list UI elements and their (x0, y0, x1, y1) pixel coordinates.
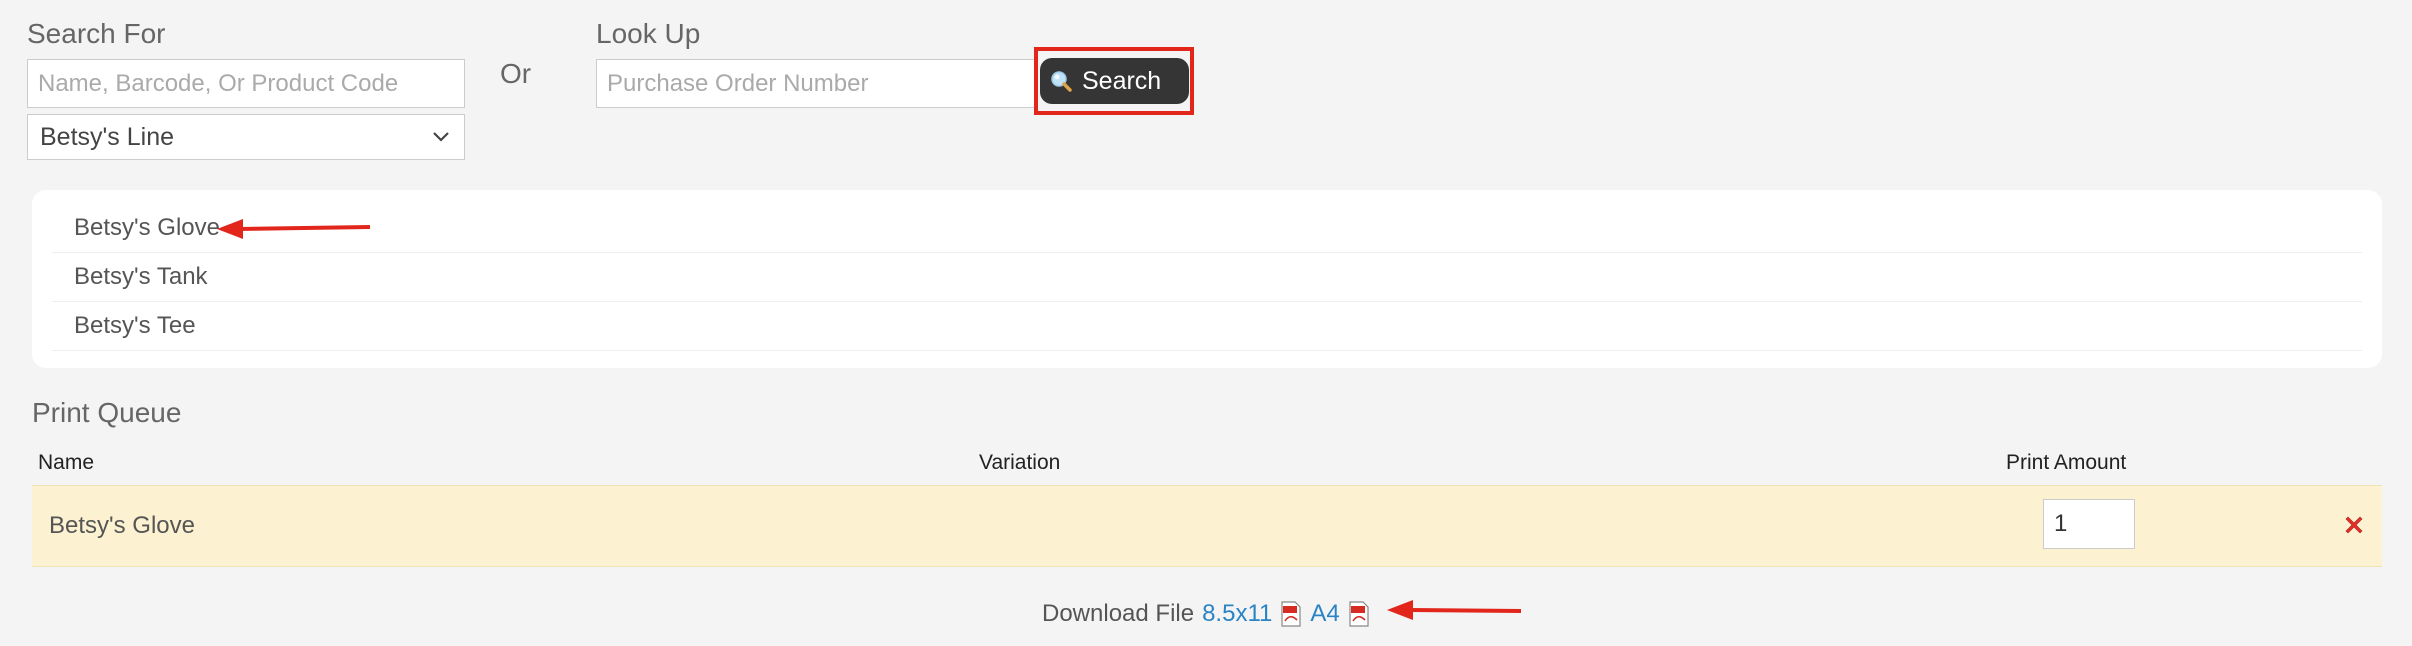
or-label: Or (500, 58, 532, 89)
search-results-list: Betsy's Glove Betsy's Tank Betsy's Tee (32, 190, 2382, 368)
column-header-name: Name (38, 451, 95, 474)
list-item[interactable]: Betsy's Glove (52, 204, 2362, 253)
search-for-label: Search For (27, 18, 166, 49)
download-file-row: Download File 8.5x11 A4 (1042, 600, 1370, 628)
list-item[interactable]: Betsy's Tank (52, 253, 2362, 302)
product-search-input[interactable] (27, 59, 465, 108)
queue-item-name: Betsy's Glove (49, 512, 195, 539)
annotation-arrow (217, 219, 371, 239)
download-letter-link[interactable]: 8.5x11 (1202, 600, 1272, 628)
remove-icon[interactable] (2342, 513, 2366, 537)
result-label: Betsy's Glove (74, 214, 220, 241)
annotation-arrow (1387, 600, 1522, 620)
line-select-value: Betsy's Line (40, 122, 175, 151)
list-item[interactable]: Betsy's Tee (52, 302, 2362, 351)
lookup-label: Look Up (596, 18, 701, 49)
purchase-order-input[interactable] (596, 59, 1036, 108)
column-header-print-amount: Print Amount (2006, 451, 2127, 474)
line-select[interactable]: Betsy's Line (27, 114, 465, 160)
result-label: Betsy's Tank (74, 263, 208, 290)
print-queue-title: Print Queue (32, 397, 182, 428)
column-header-variation: Variation (979, 451, 1061, 474)
search-button[interactable]: Search (1040, 58, 1189, 104)
download-label: Download File (1042, 600, 1195, 627)
pdf-icon[interactable] (1348, 601, 1370, 627)
pdf-icon[interactable] (1280, 601, 1302, 627)
download-a4-link[interactable]: A4 (1310, 600, 1339, 628)
chevron-down-icon (433, 132, 449, 142)
table-row: Betsy's Glove (32, 485, 2382, 567)
search-icon (1051, 71, 1072, 92)
search-button-label: Search (1082, 66, 1162, 95)
result-label: Betsy's Tee (74, 312, 196, 339)
print-amount-input[interactable] (2043, 499, 2135, 549)
